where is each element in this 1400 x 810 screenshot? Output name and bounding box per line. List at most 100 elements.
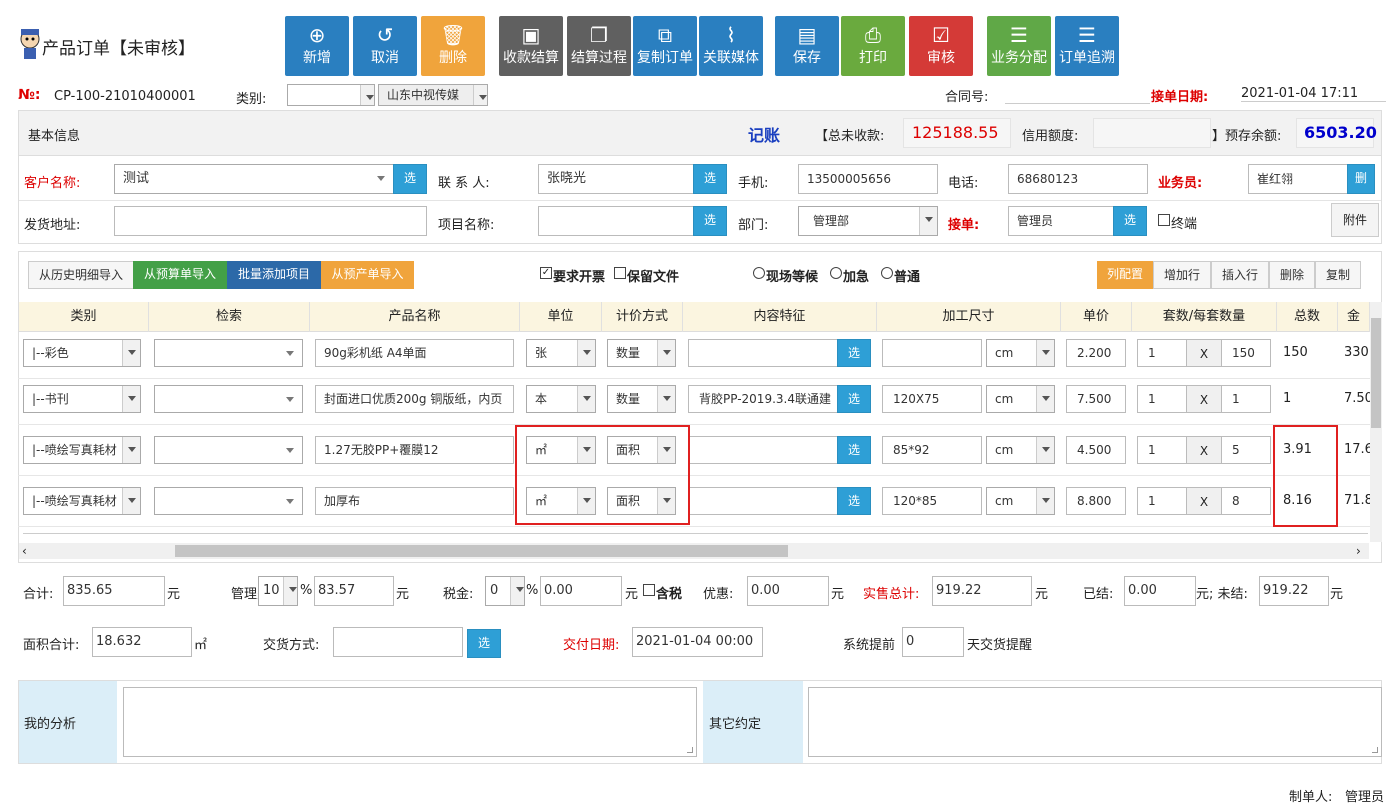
project-pick-button[interactable]: 选 (693, 206, 727, 236)
row-per-set-input[interactable]: 150 (1221, 339, 1271, 367)
vertical-scroll-thumb[interactable] (1371, 318, 1381, 428)
receiver-input[interactable]: 管理员 (1008, 206, 1116, 236)
other-textarea[interactable] (808, 687, 1382, 757)
category-select[interactable] (287, 84, 375, 106)
receiver-pick-button[interactable]: 选 (1113, 206, 1147, 236)
remind-days-input[interactable]: 0 (902, 627, 964, 657)
grid-column-header[interactable]: 加工尺寸 (877, 302, 1061, 332)
add-row-button[interactable]: 增加行 (1153, 261, 1211, 289)
import-preprod-button[interactable]: 从预产单导入 (321, 261, 414, 289)
delivery-pick-button[interactable]: 选 (467, 629, 501, 658)
row-sets-input[interactable]: 1 (1137, 385, 1187, 413)
row-content-input[interactable]: 背胶PP-2019.3.4联通建 (688, 385, 838, 413)
grid-column-header[interactable]: 单价 (1061, 302, 1132, 332)
grid-column-header[interactable]: 计价方式 (602, 302, 683, 332)
contact-input[interactable]: 张晓光 (538, 164, 694, 194)
row-per-set-input[interactable]: 1 (1221, 385, 1271, 413)
toolbar-button-0[interactable]: ⊕ 新增 (285, 16, 349, 76)
row-per-set-input[interactable]: 8 (1221, 487, 1271, 515)
row-product-input[interactable]: 加厚布 (315, 487, 514, 515)
toolbar-button-5[interactable]: ⧉ 复制订单 (633, 16, 697, 76)
tax-rate-select[interactable]: 0 (485, 576, 525, 606)
row-search-select[interactable] (154, 487, 303, 515)
row-size-input[interactable]: 120X75 (882, 385, 982, 413)
copy-row-button[interactable]: 复制 (1315, 261, 1361, 289)
dept-select[interactable]: 管理部 (798, 206, 938, 236)
sales-delete-button[interactable]: 删 (1347, 164, 1375, 194)
project-input[interactable] (538, 206, 694, 236)
toolbar-button-6[interactable]: ⌇ 关联媒体 (699, 16, 763, 76)
row-category-select[interactable]: |--彩色 (23, 339, 141, 367)
toolbar-button-8[interactable]: ⎙ 打印 (841, 16, 905, 76)
company-select[interactable]: 山东中视传媒 (378, 84, 488, 106)
batch-add-button[interactable]: 批量添加项目 (227, 261, 321, 289)
customer-name-select[interactable]: 测试 (114, 164, 394, 194)
row-content-input[interactable] (688, 339, 838, 367)
delete-row-button[interactable]: 删除 (1269, 261, 1315, 289)
toolbar-button-10[interactable]: ☰ 业务分配 (987, 16, 1051, 76)
order-date[interactable]: 2021-01-04 17:11 (1241, 86, 1386, 102)
bookkeeping-link[interactable]: 记账 (748, 122, 780, 146)
row-size-input[interactable]: 120*85 (882, 487, 982, 515)
toolbar-button-9[interactable]: ☑ 审核 (909, 16, 973, 76)
grid-column-header[interactable]: 类别 (19, 302, 149, 332)
grid-column-header[interactable]: 套数/每套数量 (1132, 302, 1277, 332)
sum-input[interactable]: 835.65 (63, 576, 165, 606)
area-input[interactable]: 18.632 (92, 627, 192, 657)
import-budget-button[interactable]: 从预算单导入 (133, 261, 227, 289)
row-size-unit-select[interactable]: cm (986, 339, 1055, 367)
toolbar-button-3[interactable]: ▣ 收款结算 (499, 16, 563, 76)
toolbar-button-11[interactable]: ☰ 订单追溯 (1055, 16, 1119, 76)
row-category-select[interactable]: |--喷绘写真耗材 (23, 436, 141, 464)
phone-input[interactable]: 68680123 (1008, 164, 1148, 194)
attach-button[interactable]: 附件 (1331, 203, 1379, 237)
toolbar-button-1[interactable]: ↺ 取消 (353, 16, 417, 76)
wait-radio[interactable] (753, 267, 765, 279)
row-content-pick-button[interactable]: 选 (837, 339, 871, 367)
sales-input[interactable]: 崔红翎 (1248, 164, 1348, 194)
row-per-set-input[interactable]: 5 (1221, 436, 1271, 464)
row-search-select[interactable] (154, 385, 303, 413)
address-input[interactable] (114, 206, 427, 236)
grid-column-header[interactable]: 产品名称 (310, 302, 520, 332)
normal-radio[interactable] (881, 267, 893, 279)
analysis-textarea[interactable] (123, 687, 697, 757)
grid-column-header[interactable]: 内容特征 (683, 302, 877, 332)
row-size-unit-select[interactable]: cm (986, 385, 1055, 413)
terminal-checkbox[interactable] (1158, 214, 1170, 226)
row-product-input[interactable]: 90g彩机纸 A4单面 (315, 339, 514, 367)
scroll-right-icon[interactable]: › (1356, 544, 1361, 558)
tax-input[interactable]: 0.00 (540, 576, 622, 606)
toolbar-button-4[interactable]: ❐ 结算过程 (567, 16, 631, 76)
row-sets-input[interactable]: 1 (1137, 487, 1187, 515)
row-pricing-select[interactable]: 数量 (607, 385, 676, 413)
row-price-input[interactable]: 8.800 (1066, 487, 1126, 515)
keep-file-checkbox[interactable] (614, 267, 626, 279)
row-content-pick-button[interactable]: 选 (837, 436, 871, 464)
row-pricing-select[interactable]: 数量 (607, 339, 676, 367)
tax-incl-checkbox[interactable] (643, 584, 655, 596)
row-price-input[interactable]: 2.200 (1066, 339, 1126, 367)
toolbar-button-7[interactable]: ▤ 保存 (775, 16, 839, 76)
row-price-input[interactable]: 7.500 (1066, 385, 1126, 413)
contact-pick-button[interactable]: 选 (693, 164, 727, 194)
customer-pick-button[interactable]: 选 (393, 164, 427, 194)
row-unit-select[interactable]: 张 (526, 339, 596, 367)
insert-row-button[interactable]: 插入行 (1211, 261, 1269, 289)
horizontal-scroll-thumb[interactable] (175, 545, 788, 557)
row-size-input[interactable] (882, 339, 982, 367)
mobile-input[interactable]: 13500005656 (798, 164, 938, 194)
invoice-checkbox[interactable]: ✓ (540, 267, 552, 279)
row-product-input[interactable]: 封面进口优质200g 铜版纸，内页 (315, 385, 514, 413)
deliver-date-input[interactable]: 2021-01-04 00:00 (632, 627, 763, 657)
row-size-input[interactable]: 85*92 (882, 436, 982, 464)
row-search-select[interactable] (154, 436, 303, 464)
row-unit-select[interactable]: 本 (526, 385, 596, 413)
toolbar-button-2[interactable]: 🗑 删除 (421, 16, 485, 76)
discount-input[interactable]: 0.00 (747, 576, 829, 606)
grid-column-header[interactable]: 检索 (149, 302, 310, 332)
row-price-input[interactable]: 4.500 (1066, 436, 1126, 464)
row-content-input[interactable] (688, 487, 838, 515)
column-config-button[interactable]: 列配置 (1097, 261, 1153, 289)
row-sets-input[interactable]: 1 (1137, 436, 1187, 464)
